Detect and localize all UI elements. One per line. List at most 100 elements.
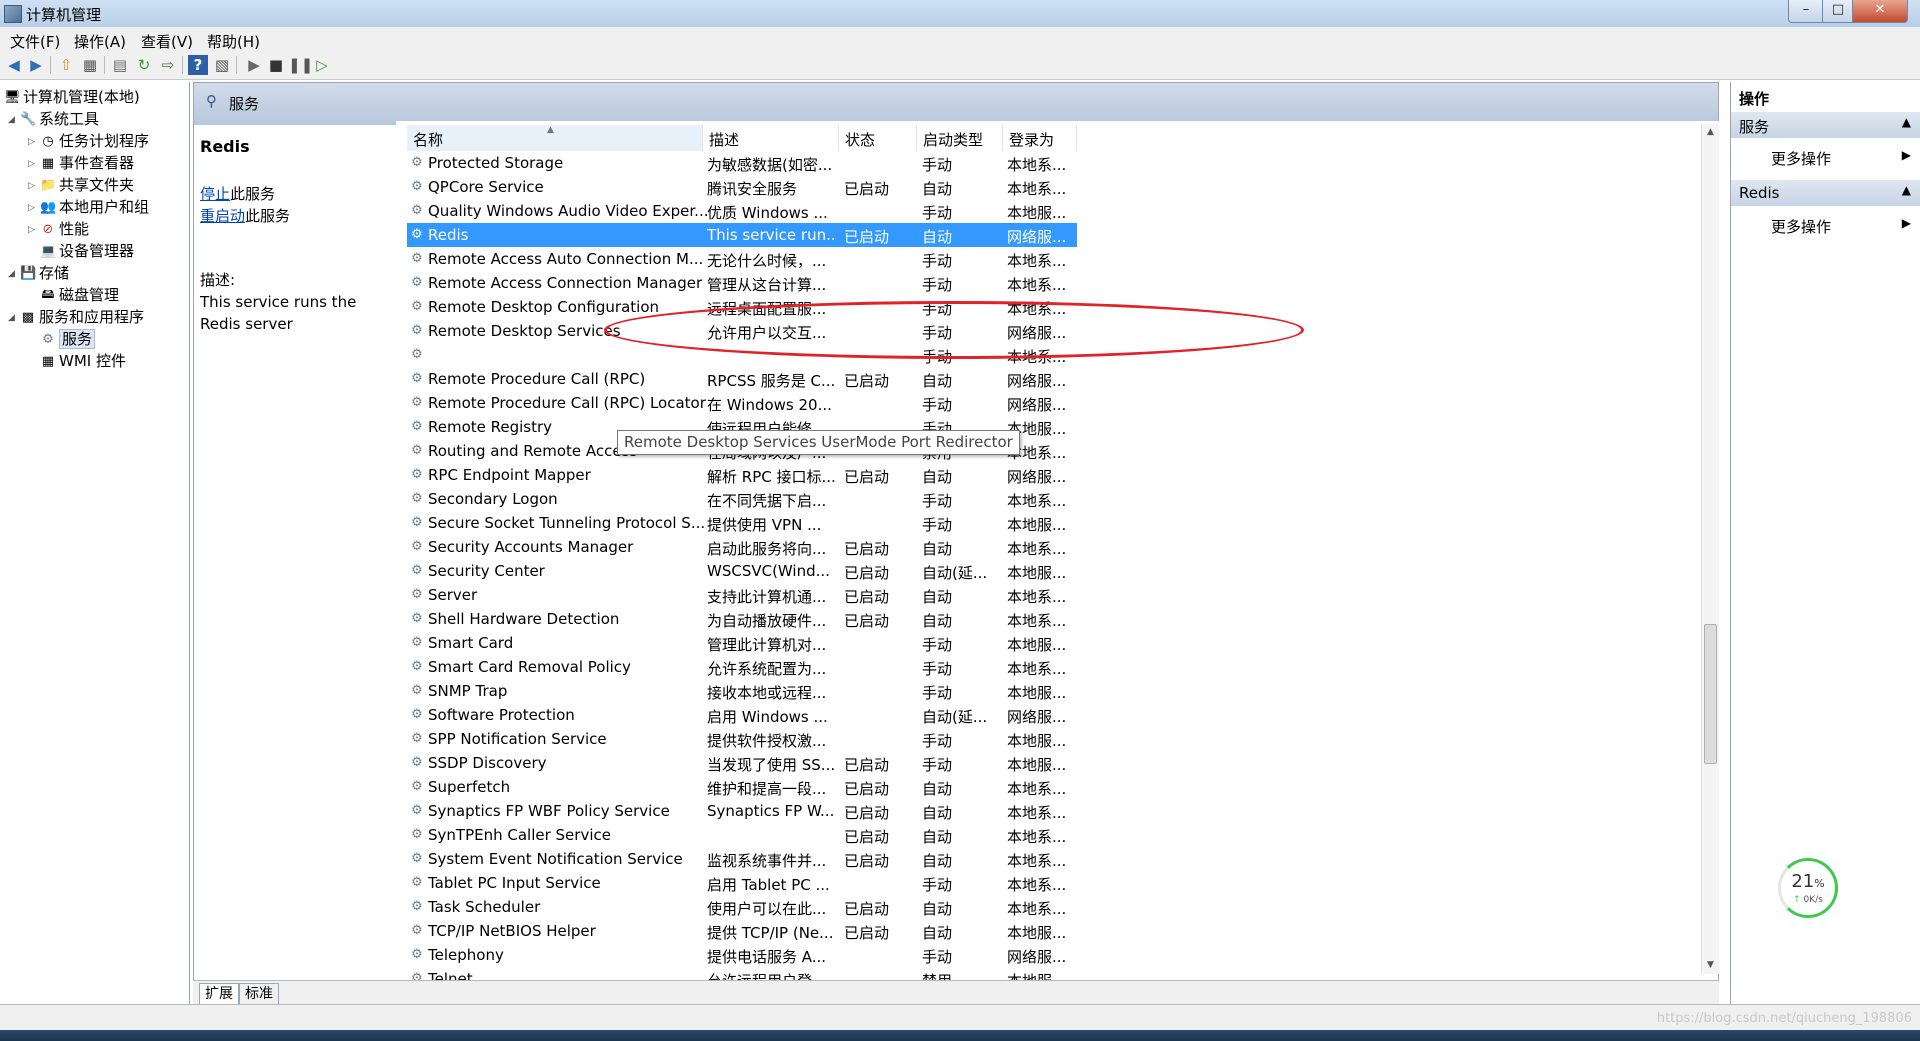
tree-item-services-apps[interactable]: ◢ ▩ 服务和应用程序 xyxy=(8,306,144,327)
help-icon[interactable]: ? xyxy=(188,55,208,75)
forward-icon[interactable]: ▶ xyxy=(26,55,46,75)
console-tree-icon[interactable]: ▧ xyxy=(212,55,232,75)
table-row[interactable]: ⚙ RPC Endpoint Mapper 解析 RPC 接口标... 已启动 自动 网络… xyxy=(407,463,1699,487)
table-row[interactable]: ⚙ Secure Socket Tunneling Protocol S... 提供… xyxy=(407,511,1699,535)
actions-group-redis[interactable]: Redis ▲ xyxy=(1731,180,1920,206)
tree-item-local-users[interactable]: ▷ 👥 本地用户和组 xyxy=(28,196,149,217)
table-row[interactable]: ⚙ Redis This service run... 已启动 自动 网络服... xyxy=(407,223,1077,247)
collapsed-arrow-icon[interactable]: ▷ xyxy=(28,225,40,235)
actions-group-services[interactable]: 服务 ▲ xyxy=(1731,112,1920,138)
back-icon[interactable]: ◀ xyxy=(4,55,24,75)
tree-item-wmi[interactable]: ▦ WMI 控件 xyxy=(40,350,126,371)
service-gear-icon: ⚙ xyxy=(411,419,423,434)
table-row[interactable]: ⚙ Smart Card Removal Policy 允许系统配置为... 手动 本地… xyxy=(407,655,1699,679)
scroll-up-icon[interactable]: ▲ xyxy=(1702,124,1719,141)
start-service-icon[interactable]: ▶ xyxy=(244,55,264,75)
service-logon-cell: 网络服... xyxy=(1007,708,1067,726)
table-row[interactable]: ⚙Routing and Remote Access在局域网以及广...禁用本地… xyxy=(407,439,1699,463)
pause-service-icon[interactable]: ❚❚ xyxy=(288,55,313,75)
collapsed-arrow-icon[interactable]: ▷ xyxy=(28,137,40,147)
service-logon-cell: 网络服... xyxy=(1007,468,1067,486)
table-row[interactable]: ⚙ Superfetch 维护和提高一段... 已启动 自动 本地系... xyxy=(407,775,1699,799)
expanded-arrow-icon[interactable]: ◢ xyxy=(8,313,20,323)
restart-link[interactable]: 重启动 xyxy=(200,207,245,225)
collapsed-arrow-icon[interactable]: ▷ xyxy=(28,159,40,169)
tree-item-event-viewer[interactable]: ▷ ▦ 事件查看器 xyxy=(28,152,134,173)
table-row[interactable]: ⚙ SynTPEnh Caller Service 已启动 自动 本地系... xyxy=(407,823,1699,847)
maximize-button[interactable]: □ xyxy=(1822,0,1854,23)
table-row[interactable]: ⚙ Remote Procedure Call (RPC) Locator 在 Wi… xyxy=(407,391,1699,415)
table-row[interactable]: ⚙ SNMP Trap 接收本地或远程... 手动 本地服... xyxy=(407,679,1699,703)
column-header-startup-type[interactable]: 启动类型 xyxy=(917,125,1003,151)
tree-item-shared-folders[interactable]: ▷ 📁 共享文件夹 xyxy=(28,174,134,195)
tab-standard[interactable]: 标准 xyxy=(239,983,279,1005)
restart-service-icon[interactable]: ▷ xyxy=(312,55,332,75)
table-row[interactable]: ⚙ SPP Notification Service 提供软件授权激... 手动 本地服… xyxy=(407,727,1699,751)
tab-extended[interactable]: 扩展 xyxy=(199,983,239,1005)
table-row[interactable]: ⚙ Telnet 允许远程用户登... 禁用 本地服... xyxy=(407,967,1699,980)
table-row[interactable]: ⚙ Smart Card 管理此计算机对... 手动 本地服... xyxy=(407,631,1699,655)
more-actions-services[interactable]: 更多操作 ▶ xyxy=(1771,148,1920,169)
service-status-cell: 已启动 xyxy=(844,804,890,822)
vertical-scrollbar[interactable]: ▲ ▼ xyxy=(1701,124,1719,974)
table-row[interactable]: ⚙ Synaptics FP WBF Policy Service Synaptic… xyxy=(407,799,1699,823)
service-startup-cell: 自动 xyxy=(922,468,953,486)
column-header-name[interactable]: 名称 ▲ xyxy=(407,125,703,151)
table-row[interactable]: ⚙ Secondary Logon 在不同凭据下启... 手动 本地系... xyxy=(407,487,1699,511)
table-row[interactable]: ⚙ TCP/IP NetBIOS Helper 提供 TCP/IP (Ne... 已启… xyxy=(407,919,1699,943)
table-row[interactable]: ⚙ Protected Storage 为敏感数据(如密... 手动 本地系... xyxy=(407,151,1699,175)
tree-item-services[interactable]: ⚙ 服务 xyxy=(40,328,96,349)
collapse-icon[interactable]: ▲ xyxy=(1902,183,1911,197)
properties-icon[interactable]: ▤ xyxy=(110,55,130,75)
tree-item-task-scheduler[interactable]: ▷ ◷ 任务计划程序 xyxy=(28,130,149,151)
table-row[interactable]: ⚙ Remote Registry 使远程用户能修... 手动 本地服... xyxy=(407,415,1699,439)
tree-item-device-manager[interactable]: 💻 设备管理器 xyxy=(40,240,134,261)
collapsed-arrow-icon[interactable]: ▷ xyxy=(28,181,40,191)
more-actions-redis[interactable]: 更多操作 ▶ xyxy=(1771,216,1920,237)
table-row[interactable]: ⚙ Server 支持此计算机通... 已启动 自动 本地系... xyxy=(407,583,1699,607)
stop-service-icon[interactable]: ■ xyxy=(266,55,286,75)
table-row[interactable]: ⚙ QPCore Service 腾讯安全服务 已启动 自动 本地系... xyxy=(407,175,1699,199)
menu-action[interactable]: 操作(A) xyxy=(74,31,126,52)
table-row[interactable]: ⚙ Security Center WSCSVC(Wind... 已启动 自动(延...… xyxy=(407,559,1699,583)
menu-file[interactable]: 文件(F) xyxy=(10,31,60,52)
table-row[interactable]: ⚙ Task Scheduler 使用户可以在此... 已启动 自动 本地系... xyxy=(407,895,1699,919)
table-row[interactable]: ⚙ Quality Windows Audio Video Exper... 优质 … xyxy=(407,199,1699,223)
table-row[interactable]: ⚙ Remote Procedure Call (RPC) RPCSS 服务是 C.… xyxy=(407,367,1699,391)
scroll-down-icon[interactable]: ▼ xyxy=(1702,957,1719,974)
close-button[interactable]: ✕ xyxy=(1852,0,1908,23)
table-row[interactable]: ⚙ SSDP Discovery 当发现了使用 SS... 已启动 手动 本地服... xyxy=(407,751,1699,775)
table-row[interactable]: ⚙ System Event Notification Service 监视系统事件… xyxy=(407,847,1699,871)
service-logon-cell: 本地系... xyxy=(1007,876,1067,894)
table-row[interactable]: ⚙ Software Protection 启用 Windows ... 自动(延..… xyxy=(407,703,1699,727)
table-row[interactable]: ⚙ Telephony 提供电话服务 A... 手动 网络服... xyxy=(407,943,1699,967)
expanded-arrow-icon[interactable]: ◢ xyxy=(8,115,20,125)
column-header-description[interactable]: 描述 xyxy=(703,125,839,151)
table-row[interactable]: ⚙ Remote Access Connection Manager 管理从这台计算… xyxy=(407,271,1699,295)
expanded-arrow-icon[interactable]: ◢ xyxy=(8,269,20,279)
scroll-thumb[interactable] xyxy=(1704,624,1717,764)
collapsed-arrow-icon[interactable]: ▷ xyxy=(28,203,40,213)
tree-item-performance[interactable]: ▷ ⊘ 性能 xyxy=(28,218,89,239)
menu-view[interactable]: 查看(V) xyxy=(141,31,193,52)
tree-item-root[interactable]: 🖥 计算机管理(本地) xyxy=(4,86,140,107)
stop-link[interactable]: 停止 xyxy=(200,185,230,203)
collapse-icon[interactable]: ▲ xyxy=(1902,115,1911,129)
network-speed-gauge[interactable]: 21% ↑ 0K/s xyxy=(1778,858,1838,918)
tree-item-system-tools[interactable]: ◢ 🔧 系统工具 xyxy=(8,108,99,129)
column-header-logon-as[interactable]: 登录为 xyxy=(1003,125,1077,151)
minimize-button[interactable]: – xyxy=(1788,0,1824,23)
export-list-icon[interactable]: ⇨ xyxy=(158,55,178,75)
column-header-status[interactable]: 状态 xyxy=(839,125,917,151)
service-description-cell: 解析 RPC 接口标... xyxy=(707,468,836,486)
tree-item-disk-management[interactable]: 🖴 磁盘管理 xyxy=(40,284,119,305)
refresh-icon[interactable]: ↻ xyxy=(134,55,154,75)
table-row[interactable]: ⚙ Shell Hardware Detection 为自动播放硬件... 已启动 自动… xyxy=(407,607,1699,631)
menu-help[interactable]: 帮助(H) xyxy=(207,31,260,52)
table-row[interactable]: ⚙ Tablet PC Input Service 启用 Tablet PC ...… xyxy=(407,871,1699,895)
table-row[interactable]: ⚙ Remote Access Auto Connection M... 无论什么时… xyxy=(407,247,1699,271)
tree-item-storage[interactable]: ◢ 💾 存储 xyxy=(8,262,69,283)
table-row[interactable]: ⚙ Security Accounts Manager 启动此服务将向... 已启动 自… xyxy=(407,535,1699,559)
show-tree-icon[interactable]: ▦ xyxy=(80,55,100,75)
up-folder-icon[interactable]: ⇧ xyxy=(56,55,76,75)
